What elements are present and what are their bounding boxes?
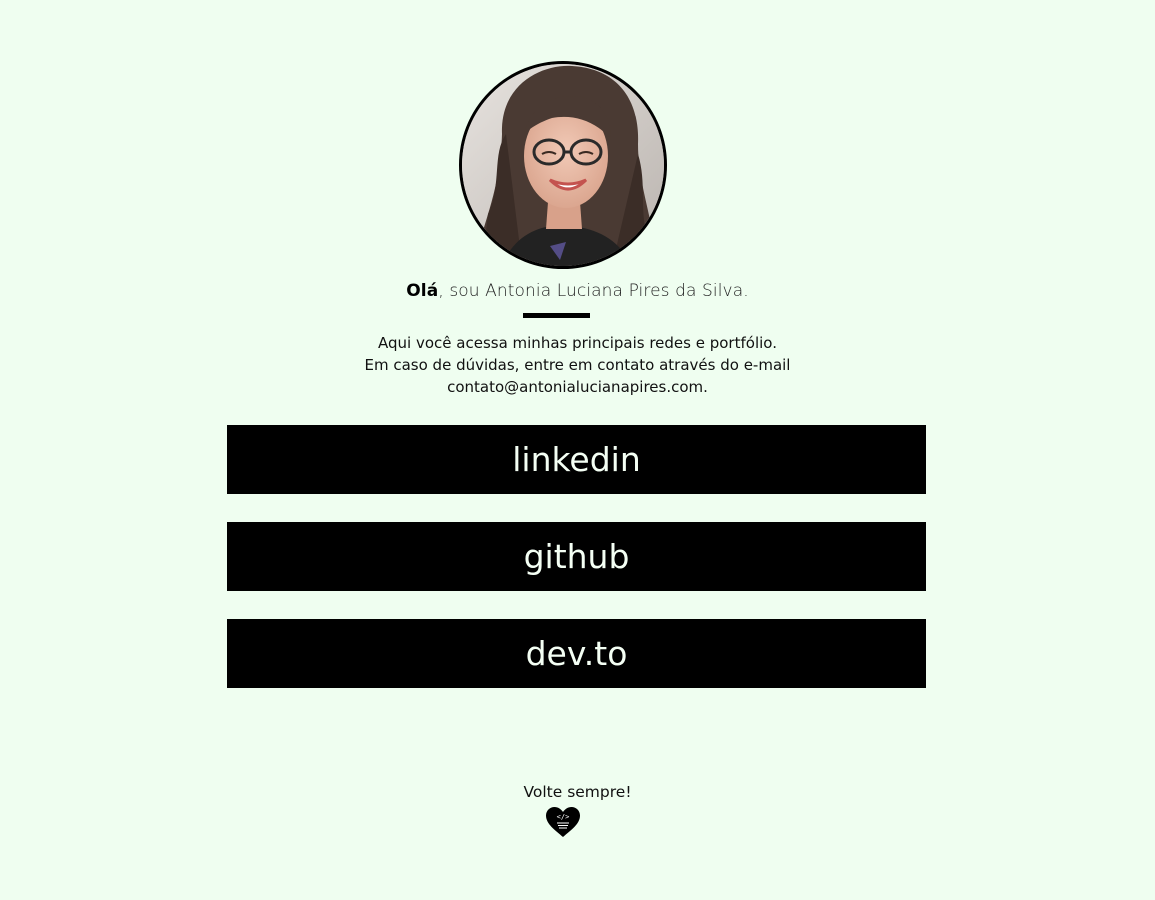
intro-text: Aqui você acessa minhas principais redes… [0, 332, 1155, 398]
greeting-name: , sou Antonia Luciana Pires da Silva. [438, 281, 749, 301]
profile-photo-image [462, 64, 664, 266]
greeting-bold: Olá [406, 281, 439, 301]
intro-line-2: Em caso de dúvidas, entre em contato atr… [364, 356, 791, 374]
devto-button[interactable]: dev.to [227, 619, 926, 688]
intro-line-1: Aqui você acessa minhas principais redes… [378, 334, 777, 352]
footer-text: Volte sempre! [523, 783, 632, 801]
github-button[interactable]: github [227, 522, 926, 591]
linkedin-button[interactable]: linkedin [227, 425, 926, 494]
github-button-label: github [523, 537, 630, 576]
devto-button-label: dev.to [525, 634, 628, 673]
divider [523, 313, 590, 318]
svg-text:</>: </> [557, 813, 570, 821]
heart-code-icon: </> [545, 806, 581, 838]
profile-photo [459, 61, 667, 269]
linkedin-button-label: linkedin [512, 440, 641, 479]
intro-line-3: contato@antonialucianapires.com. [447, 378, 708, 396]
greeting: Olá, sou Antonia Luciana Pires da Silva. [0, 281, 1155, 301]
